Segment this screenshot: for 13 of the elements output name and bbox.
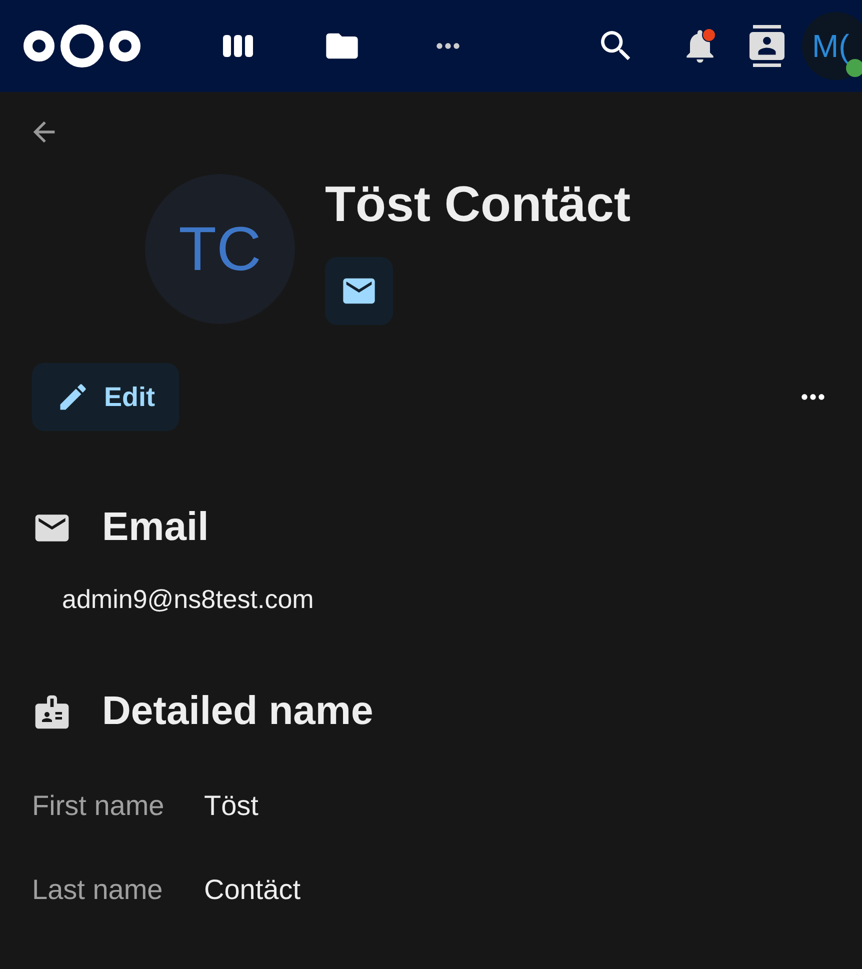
logo-icon[interactable] <box>21 23 143 69</box>
contact-name: Töst Contäct <box>325 175 631 234</box>
field-label: Last name <box>32 873 164 907</box>
email-button[interactable] <box>325 257 393 325</box>
edit-button[interactable]: Edit <box>32 363 179 431</box>
field-value: Töst <box>204 789 258 823</box>
section-title: Detailed name <box>102 689 374 734</box>
section-title: Email <box>102 505 209 550</box>
field-label: First name <box>32 789 166 823</box>
field-value: Contäct <box>204 873 300 907</box>
contact-avatar: TC <box>145 174 295 324</box>
email-value: admin9@ns8test.com <box>62 584 315 615</box>
user-avatar[interactable]: M( <box>802 12 862 80</box>
